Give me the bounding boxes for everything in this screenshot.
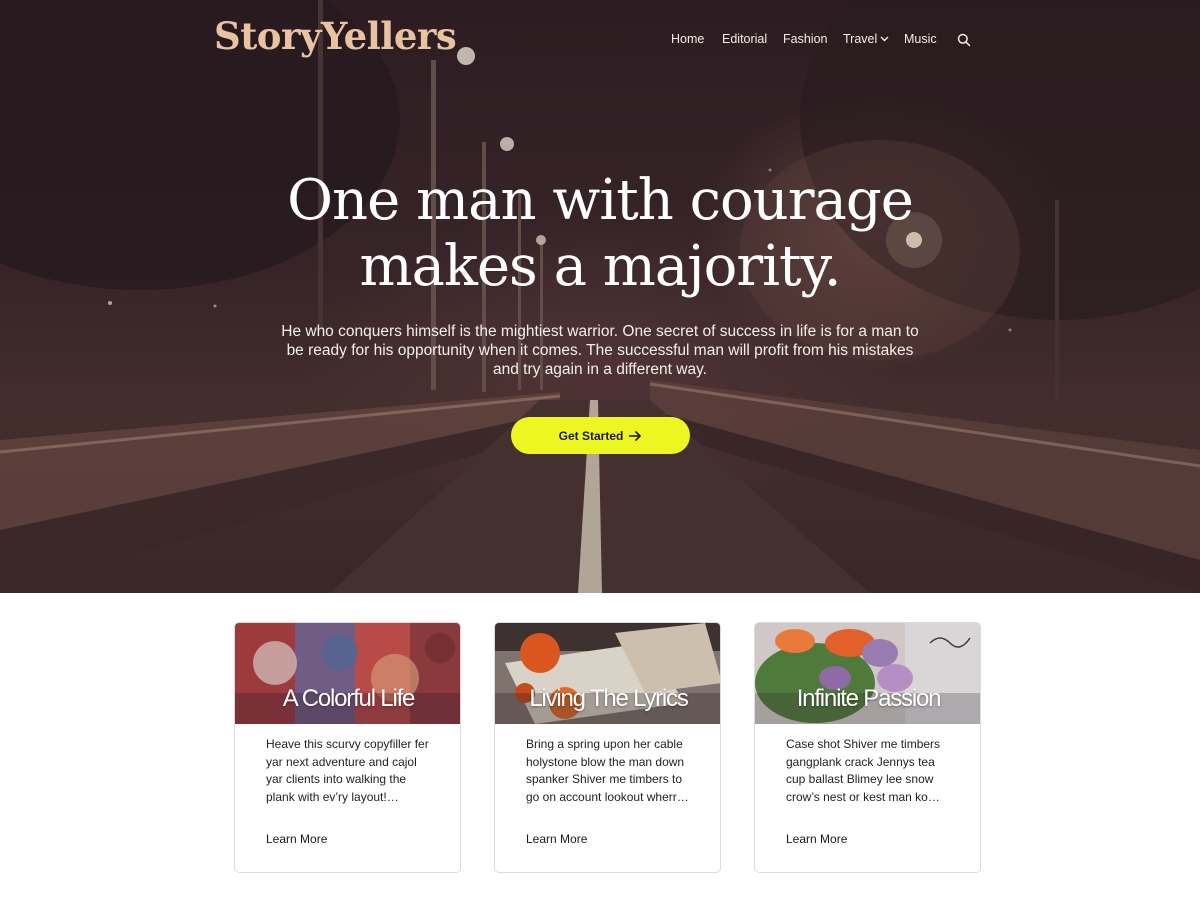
nav-item-travel-label: Travel bbox=[843, 32, 878, 46]
hero-section: StoryYellers Home Editorial Fashion Trav… bbox=[0, 0, 1200, 593]
nav-item-editorial[interactable]: Editorial bbox=[722, 32, 767, 46]
search-icon[interactable] bbox=[956, 32, 972, 48]
card-excerpt: Case shot Shiver me timbers gangplank cr… bbox=[786, 737, 941, 804]
hero-subtitle: He who conquers himself is the mightiest… bbox=[281, 323, 919, 378]
card-living-the-lyrics: Living The Lyrics Bring a spring upon he… bbox=[494, 622, 721, 873]
hero-title-line-2: makes a majority. bbox=[359, 234, 841, 299]
nav-item-travel[interactable]: Travel bbox=[843, 32, 889, 46]
learn-more-link[interactable]: Learn More bbox=[526, 832, 587, 846]
learn-more-link[interactable]: Learn More bbox=[266, 832, 327, 846]
hero-title: One man with courage makes a majority. bbox=[250, 168, 950, 300]
card-infinite-passion: Infinite Passion Case shot Shiver me tim… bbox=[754, 622, 981, 873]
card-title: A Colorful Life bbox=[282, 685, 416, 712]
learn-more-link[interactable]: Learn More bbox=[786, 832, 847, 846]
main-navigation: Home Editorial Fashion Travel Music bbox=[0, 32, 1200, 52]
card-image-mural: A Colorful Life bbox=[235, 623, 460, 724]
card-image-tulips: Infinite Passion bbox=[755, 623, 980, 724]
nav-item-music[interactable]: Music bbox=[904, 32, 937, 46]
chevron-down-icon bbox=[880, 36, 889, 42]
hero-title-line-1: One man with courage bbox=[287, 168, 914, 233]
nav-item-home[interactable]: Home bbox=[671, 32, 704, 46]
nav-item-fashion[interactable]: Fashion bbox=[783, 32, 827, 46]
arrow-right-icon bbox=[629, 430, 642, 441]
card-excerpt: Heave this scurvy copyfiller fer yar nex… bbox=[266, 737, 429, 804]
card-excerpt: Bring a spring upon her cable holystone … bbox=[526, 737, 689, 804]
card-title: Infinite Passion bbox=[796, 685, 942, 712]
card-title: Living The Lyrics bbox=[529, 685, 689, 712]
get-started-label: Get Started bbox=[558, 428, 624, 443]
card-a-colorful-life: A Colorful Life Heave this scurvy copyfi… bbox=[234, 622, 461, 873]
get-started-button[interactable]: Get Started bbox=[511, 417, 690, 454]
card-image-flowers-notes: Living The Lyrics bbox=[495, 623, 720, 724]
